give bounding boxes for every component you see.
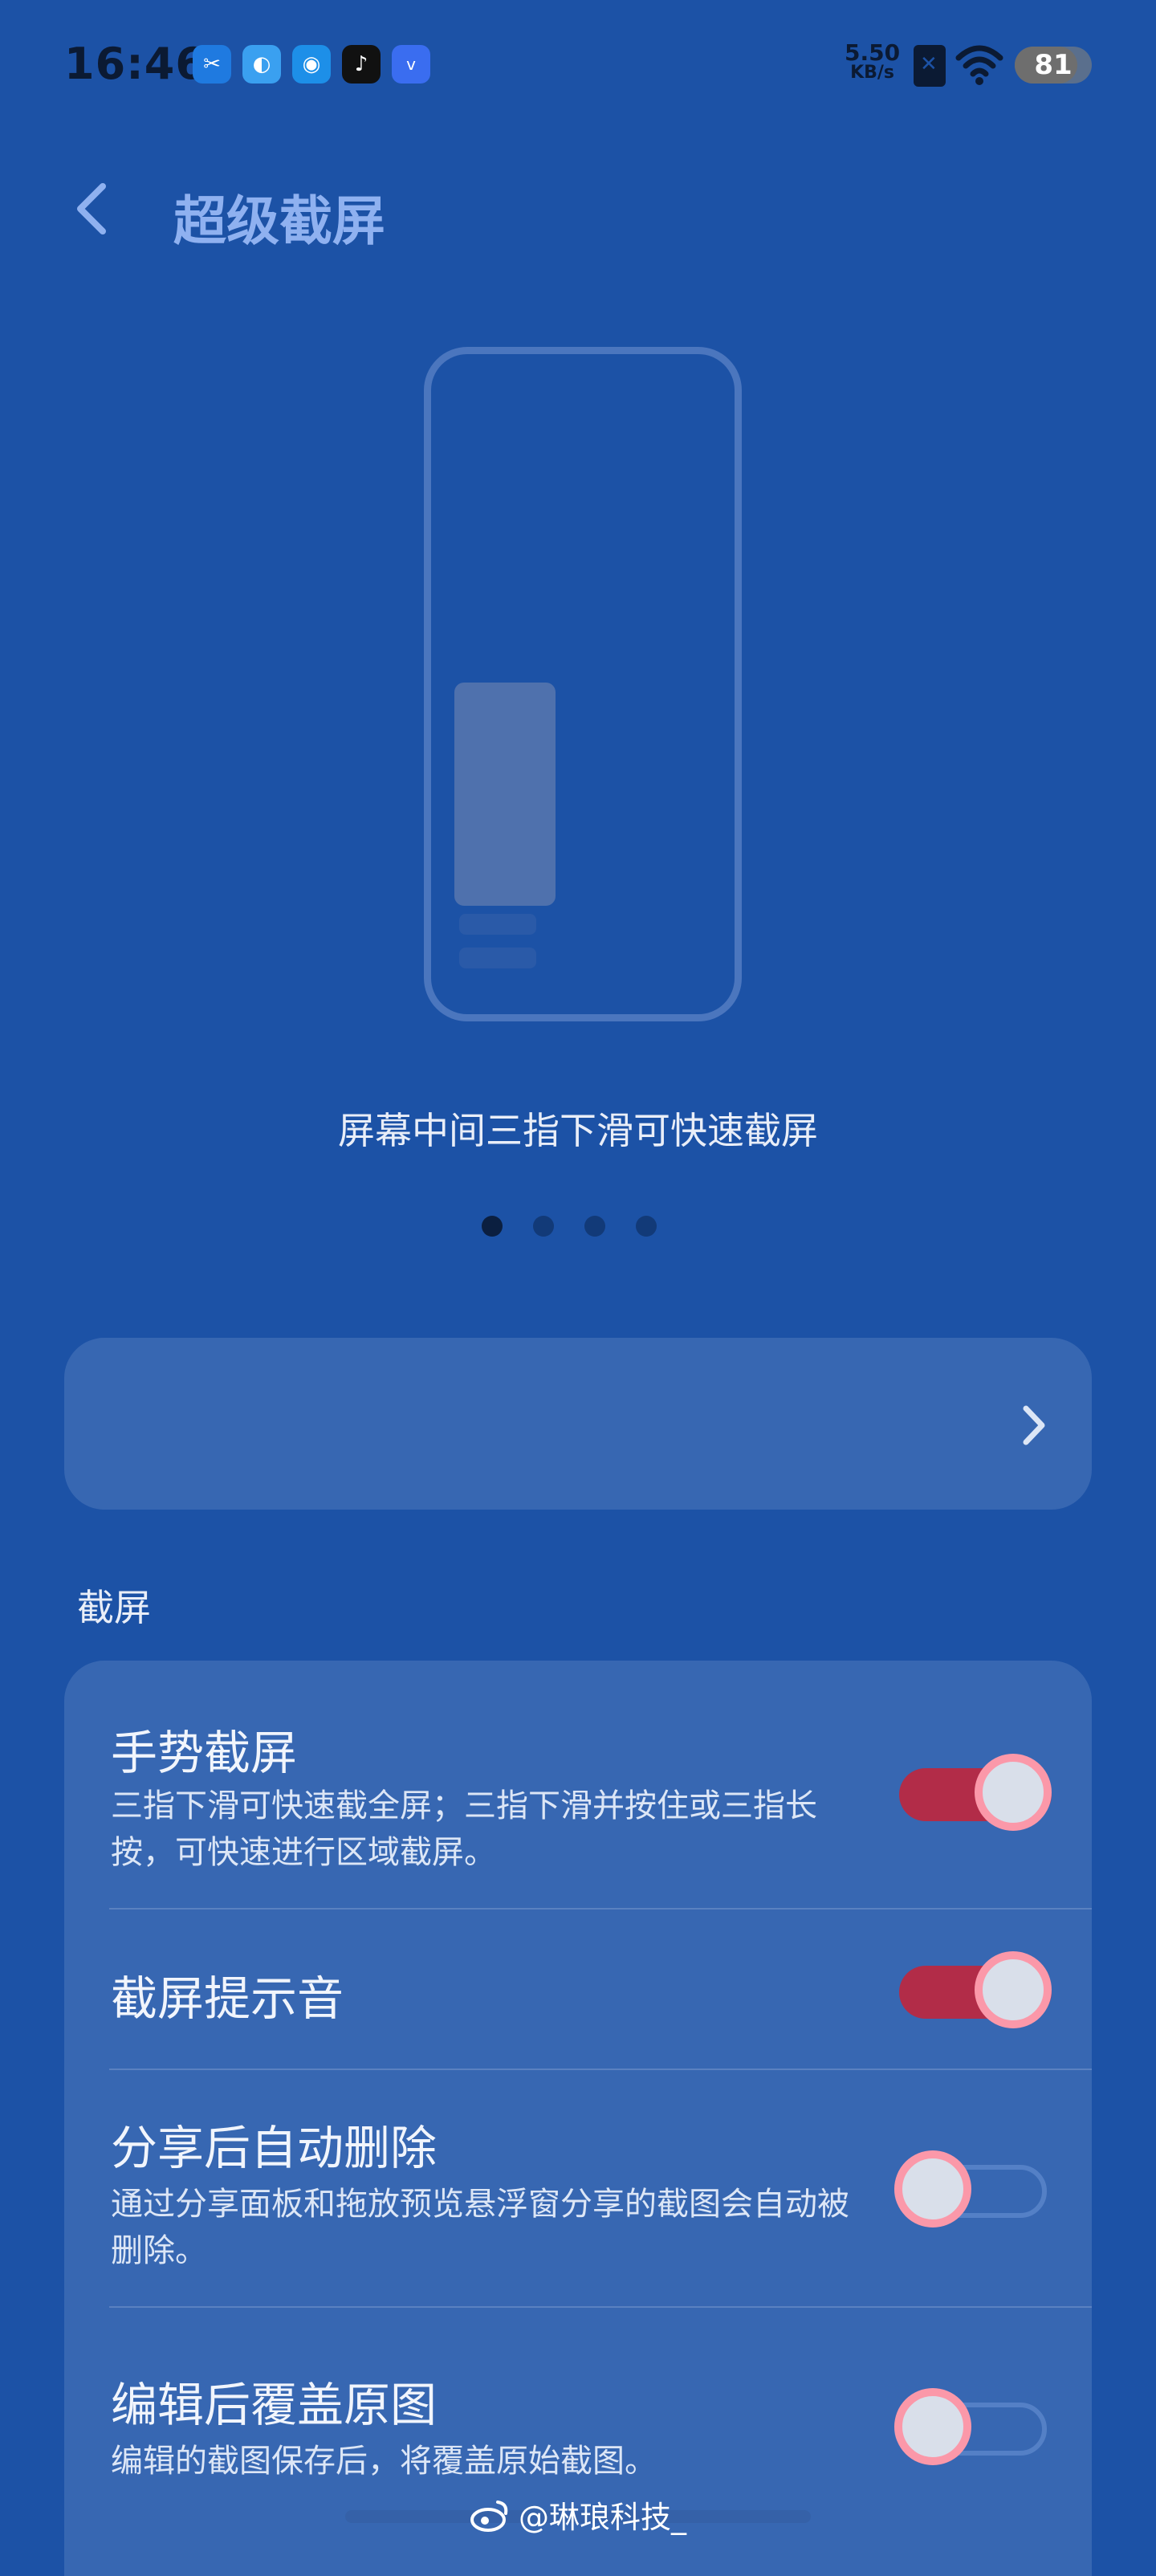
weibo-icon [470,2500,508,2532]
divider [109,2306,1092,2308]
toggle-knob [975,1951,1052,2028]
auto-delete-title: 分享后自动删除 [111,2121,438,2175]
wifi-icon [955,45,1003,85]
gesture-screenshot-title: 手势截屏 [111,1726,298,1780]
chevron-right-icon [1023,1405,1045,1445]
screenshot-sound-toggle[interactable] [899,1951,1052,2028]
carousel-dot[interactable] [636,1216,657,1237]
tiktok-app-icon: ♪ [342,45,381,84]
toggle-knob [894,2150,971,2228]
browser-app-icon: ◐ [242,45,281,84]
no-sim-icon [914,45,946,87]
scissors-app-icon: ✂ [193,45,231,84]
link-card[interactable] [64,1338,1092,1510]
section-label: 截屏 [77,1586,151,1629]
auto-delete-description: 通过分享面板和拖放预览悬浮窗分享的截图会自动被删除。 [111,2186,849,2269]
page-title: 超级截屏 [173,190,385,252]
network-speed-value: 5.50 [845,39,901,66]
overwrite-original-description: 编辑的截图保存后，将覆盖原始截图。 [111,2443,657,2480]
phone-illustration-line [459,948,536,968]
overwrite-original-title: 编辑后覆盖原图 [111,2378,438,2432]
battery-indicator: 81 [1015,47,1092,84]
back-button[interactable] [61,177,125,241]
auto-delete-toggle[interactable] [894,2150,1047,2228]
notification-app-icons: ✂ ◐ ◉ ♪ v [193,45,430,84]
status-time: 16:46 [64,39,206,89]
illustration-caption: 屏幕中间三指下滑可快速截屏 [338,1109,818,1152]
screenshot-sound-title: 截屏提示音 [111,1971,344,2026]
network-speed-unit: KB/s [850,63,895,83]
watermark-text: @琳琅科技_ [519,2500,687,2535]
overwrite-original-toggle[interactable] [894,2388,1047,2465]
divider [109,1908,1092,1910]
divider [109,2069,1092,2070]
vivo-app-icon: v [392,45,430,84]
gesture-screenshot-toggle[interactable] [899,1754,1052,1831]
phone-illustration-line [459,914,536,935]
phone-illustration-window [454,683,556,906]
chevron-left-icon [77,183,106,234]
battery-level: 81 [1034,49,1073,81]
gesture-screenshot-description: 三指下滑可快速截全屏；三指下滑并按住或三指长按，可快速进行区域截屏。 [111,1787,817,1871]
carousel-dot[interactable] [482,1216,503,1237]
network-speed: 5.50 KB/s [845,42,900,82]
watermark: @琳琅科技_ [469,2492,686,2537]
status-bar: 16:46 ✂ ◐ ◉ ♪ v 5.50 KB/s 81 [0,0,1156,128]
carousel-dot[interactable] [533,1216,554,1237]
toggle-knob [894,2388,971,2465]
carousel-dot[interactable] [584,1216,605,1237]
planet-app-icon: ◉ [292,45,331,84]
carousel-dots [482,1216,657,1237]
toggle-knob [975,1754,1052,1831]
